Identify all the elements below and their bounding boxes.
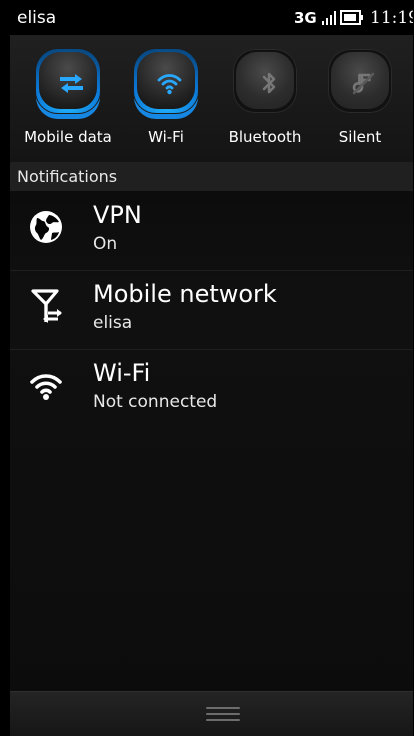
mobile-network-icon bbox=[31, 289, 62, 323]
clock: 11:19 bbox=[370, 8, 413, 28]
mobile-network-notification[interactable]: Mobile network elisa bbox=[10, 270, 413, 350]
bluetooth-icon bbox=[262, 72, 276, 94]
bottom-bar bbox=[10, 691, 413, 736]
wifi-notification[interactable]: Wi-Fi Not connected bbox=[10, 349, 413, 428]
silent-button[interactable] bbox=[328, 49, 392, 113]
mobile-network-title: Mobile network bbox=[93, 280, 277, 308]
notifications-title: Notifications bbox=[17, 167, 118, 186]
mobile-network-operator: elisa bbox=[93, 313, 133, 333]
bluetooth-button-face bbox=[236, 52, 294, 109]
silent-button-face bbox=[331, 52, 389, 109]
operator-name: elisa bbox=[17, 8, 57, 28]
drag-handle-line bbox=[206, 719, 240, 721]
silent-toggle[interactable]: Silent bbox=[315, 49, 405, 153]
drag-handle[interactable] bbox=[206, 704, 240, 724]
bluetooth-button[interactable] bbox=[233, 49, 297, 113]
wifi-title: Wi-Fi bbox=[93, 359, 151, 387]
mobile-data-icon bbox=[60, 74, 83, 93]
wifi-button[interactable] bbox=[134, 49, 198, 113]
mobile-data-label: Mobile data bbox=[24, 128, 112, 146]
bluetooth-toggle[interactable]: Bluetooth bbox=[220, 49, 310, 153]
wifi-button-face bbox=[137, 52, 195, 109]
bluetooth-label: Bluetooth bbox=[228, 128, 302, 146]
mobile-data-button-face bbox=[39, 52, 97, 109]
mobile-data-toggle[interactable]: Mobile data bbox=[23, 49, 113, 153]
network-type: 3G bbox=[294, 9, 317, 27]
vpn-title: VPN bbox=[93, 201, 142, 229]
status-bar: elisa 3G 11:19 bbox=[10, 0, 413, 35]
wifi-icon bbox=[30, 374, 62, 400]
signal-icon bbox=[322, 11, 336, 25]
drag-handle-line bbox=[206, 707, 240, 709]
notification-list: VPN On Mobile network elisa Wi-Fi Not co… bbox=[10, 191, 413, 691]
wifi-icon bbox=[157, 74, 182, 95]
globe-icon bbox=[30, 211, 62, 243]
drag-handle-line bbox=[206, 713, 240, 715]
wifi-status: Not connected bbox=[93, 392, 218, 412]
notification-panel: elisa 3G 11:19 bbox=[10, 0, 413, 736]
battery-icon bbox=[340, 10, 363, 25]
vpn-notification[interactable]: VPN On bbox=[10, 191, 413, 271]
quick-settings: Mobile data Wi-Fi Bluetooth Silent bbox=[10, 35, 413, 162]
wifi-label: Wi-Fi bbox=[148, 128, 184, 146]
silent-icon bbox=[352, 72, 375, 95]
mobile-data-button[interactable] bbox=[36, 49, 100, 113]
phone-frame: elisa 3G 11:19 bbox=[0, 0, 414, 736]
notifications-header: Notifications bbox=[10, 162, 413, 191]
silent-label: Silent bbox=[338, 128, 382, 146]
vpn-status: On bbox=[93, 234, 118, 254]
wifi-toggle[interactable]: Wi-Fi bbox=[121, 49, 211, 153]
